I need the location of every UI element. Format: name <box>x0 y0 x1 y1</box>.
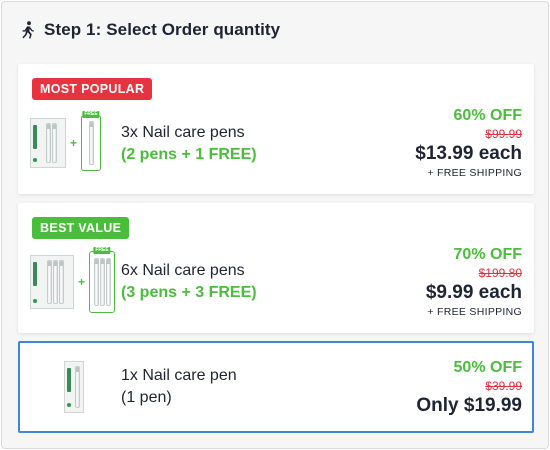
offer-subtitle: (1 pen) <box>121 389 172 406</box>
old-price: $99.99 <box>485 127 522 141</box>
offer-6-pens[interactable]: BEST VALUE + FREE 6x Nail care pens (3 p… <box>18 203 534 333</box>
free-tag: FREE <box>93 247 111 254</box>
order-quantity-panel: Step 1: Select Order quantity MOST POPUL… <box>1 1 549 449</box>
unit-price: $9.99 each <box>425 282 522 303</box>
pen-pack <box>30 118 66 168</box>
offer-3-pens[interactable]: MOST POPULAR + FREE 3x Nail care pens (2… <box>18 64 534 194</box>
product-image-1-pen <box>64 361 84 413</box>
price-column: 50% OFF $39.99 Only $19.99 <box>416 358 522 418</box>
offer-1-pen[interactable]: 1x Nail care pen (1 pen) 50% OFF $39.99 … <box>18 341 534 433</box>
unit-price: $13.99 each <box>415 143 522 164</box>
most-popular-badge: MOST POPULAR <box>32 78 153 100</box>
offer-title: 3x Nail care pens <box>121 124 245 141</box>
product-image-6-pens: + FREE <box>30 247 116 313</box>
offer-subtitle: (3 pens + 3 FREE) <box>121 284 257 301</box>
offer-title: 6x Nail care pens <box>121 262 245 279</box>
offer-subtitle: (2 pens + 1 FREE) <box>121 146 257 163</box>
free-tag: FREE <box>82 111 100 118</box>
product-image-3-pens: + FREE <box>30 111 102 171</box>
offer-text: 6x Nail care pens (3 pens + 3 FREE) <box>121 260 257 304</box>
step-title: Step 1: Select Order quantity <box>44 20 281 39</box>
walking-person-icon <box>22 21 34 39</box>
offer-title: 1x Nail care pen <box>121 367 237 384</box>
pen-pack <box>64 361 84 413</box>
step-header: Step 1: Select Order quantity <box>20 18 280 42</box>
discount-label: 50% OFF <box>453 359 522 376</box>
unit-price: Only $19.99 <box>416 395 522 416</box>
pen-pack <box>30 255 74 309</box>
discount-label: 70% OFF <box>453 246 522 263</box>
price-column: 70% OFF $199.80 $9.99 each + FREE SHIPPI… <box>426 245 522 320</box>
free-pen-box: FREE <box>81 111 102 171</box>
plus-sign: + <box>70 136 78 150</box>
old-price: $199.80 <box>478 266 522 280</box>
shipping-note: + FREE SHIPPING <box>427 306 522 318</box>
plus-sign: + <box>78 275 86 289</box>
price-column: 60% OFF $99.99 $13.99 each + FREE SHIPPI… <box>415 106 522 181</box>
discount-label: 60% OFF <box>453 107 522 124</box>
offer-text: 1x Nail care pen (1 pen) <box>121 365 237 409</box>
offer-text: 3x Nail care pens (2 pens + 1 FREE) <box>121 122 257 166</box>
old-price: $39.99 <box>485 379 522 393</box>
free-pen-box: FREE <box>89 247 116 313</box>
shipping-note: + FREE SHIPPING <box>427 167 522 179</box>
best-value-badge: BEST VALUE <box>32 217 130 239</box>
